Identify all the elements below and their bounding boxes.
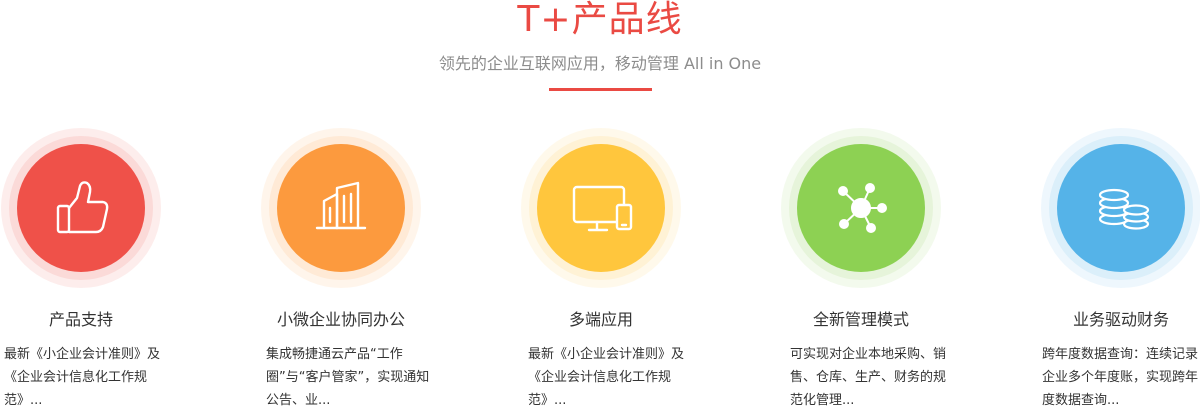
feature-title-multi-device: 多端应用 [568,310,633,329]
feature-circle-collaboration[interactable] [261,128,421,288]
feature-desc-management: 可实现对企业本地采购、销售、仓库、生产、财务的规范化管理... [790,347,947,408]
feature-title-management: 全新管理模式 [812,310,909,329]
feature-desc-product-support: 最新《小企业会计准则》及《企业会计信息化工作规范》... [4,347,161,408]
page-subtitle: 领先的企业互联网应用，移动管理 All in One [438,54,762,73]
feature-title-product-support: 产品支持 [48,310,113,329]
title-underline [549,88,652,91]
feature-desc-finance: 跨年度数据查询：连续记录企业多个年度账，实现跨年度数据查询... [1042,347,1199,408]
feature-desc-collaboration: 集成畅捷通云产品“工作圈”与“客户管家”，实现通知公告、业... [266,347,430,408]
feature-circle-product-support[interactable] [1,128,161,288]
page-title: T+产品线 [517,0,683,40]
feature-circle-multi-device[interactable] [521,128,681,288]
feature-circle-management[interactable] [781,128,941,288]
feature-title-finance: 业务驱动财务 [1072,310,1169,329]
feature-title-collaboration: 小微企业协同办公 [276,310,405,329]
feature-desc-multi-device: 最新《小企业会计准则》及《企业会计信息化工作规范》... [528,347,685,408]
feature-circle-finance[interactable] [1041,128,1200,288]
